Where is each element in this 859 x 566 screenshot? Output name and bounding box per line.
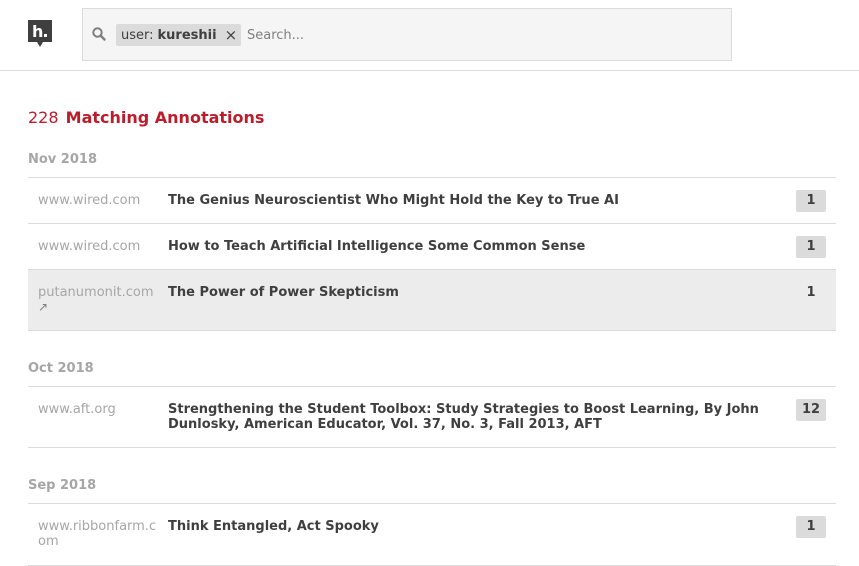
results-count: 228 [28,108,59,127]
annotation-count-badge: 12 [796,399,826,421]
period-title: Nov 2018 [28,152,97,167]
item-title[interactable]: The Power of Power Skepticism [168,285,768,300]
top-bar: h user: kureshii × [0,0,859,71]
item-domain[interactable]: www.wired.com [38,193,158,208]
annotation-count-badge: 1 [806,285,816,300]
item-title[interactable]: The Genius Neuroscientist Who Might Hold… [168,193,768,208]
hypothesis-logo-icon[interactable]: h [28,20,52,48]
item-domain[interactable]: www.ribbonfarm.com [38,519,158,549]
item-title[interactable]: Think Entangled, Act Spooky [168,519,768,534]
annotation-count-badge: 1 [796,516,826,538]
search-bar[interactable]: user: kureshii × [82,8,732,61]
results-label: Matching Annotations [65,108,265,127]
item-domain[interactable]: www.wired.com [38,239,158,254]
list-item[interactable]: www.wired.com How to Teach Artificial In… [28,224,836,270]
external-link-icon[interactable]: ↗ [38,300,158,314]
item-title[interactable]: How to Teach Artificial Intelligence Som… [168,239,768,254]
list-item[interactable]: putanumonit.com ↗ The Power of Power Ske… [28,270,836,331]
item-domain[interactable]: putanumonit.com ↗ [38,285,158,314]
search-filter-lozenge[interactable]: user: kureshii × [116,24,242,46]
period-group-oct-2018: Oct 2018 www.aft.org Strengthening the S… [28,360,836,448]
list-item[interactable]: www.ribbonfarm.com Think Entangled, Act … [28,504,836,566]
list-item[interactable]: www.aft.org Strengthening the Student To… [28,387,836,448]
filter-facet-value: kureshii [157,27,217,43]
close-icon[interactable]: × [225,27,238,43]
period-title: Oct 2018 [28,361,94,376]
list-item[interactable]: www.wired.com The Genius Neuroscientist … [28,178,836,224]
item-domain-text[interactable]: putanumonit.com [38,285,154,300]
period-group-sep-2018: Sep 2018 www.ribbonfarm.com Think Entang… [28,477,836,566]
item-domain[interactable]: www.aft.org [38,402,158,417]
period-group-nov-2018: Nov 2018 www.wired.com The Genius Neuros… [28,151,836,331]
results-heading: 228 Matching Annotations [28,108,264,127]
filter-facet-label: user: [121,27,154,43]
annotation-count-badge: 1 [796,190,826,212]
annotation-count-badge: 1 [796,236,826,258]
svg-text:h: h [32,22,43,41]
period-title: Sep 2018 [28,478,97,493]
search-input[interactable] [243,23,721,47]
search-icon[interactable] [91,26,107,42]
item-title[interactable]: Strengthening the Student Toolbox: Study… [168,402,768,432]
